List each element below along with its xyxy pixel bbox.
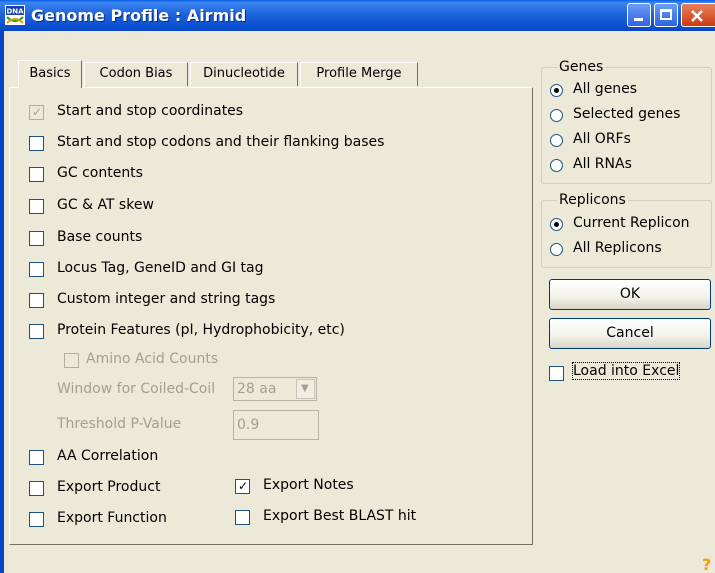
- custom-tags-checkbox[interactable]: [29, 293, 44, 308]
- locus-tag-checkbox[interactable]: [29, 262, 44, 277]
- gc-at-skew-checkbox[interactable]: [29, 199, 44, 214]
- base-counts-label: Base counts: [57, 229, 143, 245]
- selected-genes-label: Selected genes: [573, 106, 681, 122]
- window-coiled-coil-label: Window for Coiled-Coil: [57, 381, 216, 397]
- load-into-excel-label: Load into Excel: [571, 362, 681, 380]
- custom-tags-label: Custom integer and string tags: [57, 291, 276, 307]
- ok-button[interactable]: OK: [549, 279, 711, 310]
- start-stop-codons-label: Start and stop codons and their flanking…: [57, 134, 385, 150]
- start-stop-coordinates-checkbox[interactable]: ✓: [29, 105, 44, 120]
- threshold-pvalue-label: Threshold P-Value: [57, 416, 182, 432]
- amino-acid-counts-label: Amino Acid Counts: [86, 351, 219, 367]
- gc-contents-label: GC contents: [57, 165, 143, 181]
- gc-at-skew-label: GC & AT skew: [57, 197, 154, 213]
- protein-features-checkbox[interactable]: [29, 324, 44, 339]
- maximize-icon: [660, 9, 672, 20]
- close-icon: [691, 10, 703, 22]
- close-button[interactable]: [681, 3, 715, 27]
- tab-codon-bias[interactable]: Codon Bias: [84, 62, 188, 86]
- tab-profile-merge[interactable]: Profile Merge: [300, 62, 418, 86]
- export-function-label: Export Function: [57, 510, 167, 526]
- window-coiled-coil-value: 28 aa: [237, 381, 277, 397]
- export-function-checkbox[interactable]: [29, 512, 44, 527]
- export-product-label: Export Product: [57, 479, 161, 495]
- help-icon[interactable]: ?: [702, 555, 711, 573]
- threshold-pvalue-value: 0.9: [237, 417, 260, 433]
- all-replicons-label: All Replicons: [573, 240, 662, 256]
- checkmark-icon: ✓: [32, 105, 43, 119]
- all-orfs-radio[interactable]: [550, 134, 563, 147]
- window-coiled-coil-select[interactable]: 28 aa ▼: [233, 377, 317, 401]
- tab-dinucleotide[interactable]: Dinucleotide: [190, 62, 298, 86]
- base-counts-checkbox[interactable]: [29, 231, 44, 246]
- window-title: Genome Profile : Airmid: [31, 6, 247, 25]
- radio-selected-dot: [554, 222, 559, 227]
- title-bar[interactable]: DNA Genome Profile : Airmid: [0, 0, 715, 31]
- export-product-checkbox[interactable]: [29, 481, 44, 496]
- maximize-button[interactable]: [654, 3, 678, 27]
- tab-basics[interactable]: Basics: [18, 60, 82, 88]
- start-stop-coordinates-label: Start and stop coordinates: [57, 103, 244, 119]
- load-into-excel-checkbox[interactable]: [549, 366, 564, 381]
- replicons-legend: Replicons: [557, 192, 628, 208]
- svg-text:DNA: DNA: [6, 8, 24, 16]
- minimize-button[interactable]: [627, 3, 651, 27]
- threshold-pvalue-input[interactable]: 0.9: [233, 410, 319, 440]
- checkmark-icon: ✓: [238, 479, 249, 493]
- aa-correlation-checkbox[interactable]: [29, 450, 44, 465]
- all-genes-radio[interactable]: [550, 84, 563, 97]
- all-rnas-label: All RNAs: [573, 156, 632, 172]
- selected-genes-radio[interactable]: [550, 109, 563, 122]
- protein-features-label: Protein Features (pI, Hydrophobicity, et…: [57, 322, 345, 338]
- locus-tag-label: Locus Tag, GeneID and GI tag: [57, 260, 264, 276]
- minimize-icon: [634, 18, 643, 21]
- window-frame-left: [0, 31, 4, 573]
- genes-legend: Genes: [557, 59, 606, 75]
- export-notes-label: Export Notes: [263, 477, 354, 493]
- current-replicon-label: Current Replicon: [573, 215, 690, 231]
- start-stop-codons-checkbox[interactable]: [29, 136, 44, 151]
- replicons-groupbox: Replicons: [541, 192, 712, 268]
- aa-correlation-label: AA Correlation: [57, 448, 159, 464]
- gc-contents-checkbox[interactable]: [29, 167, 44, 182]
- genome-profile-dialog: DNA Genome Profile : Airmid Basics Codon…: [0, 0, 715, 573]
- dna-icon: DNA: [5, 5, 25, 25]
- dropdown-button[interactable]: ▼: [296, 379, 315, 399]
- all-genes-label: All genes: [573, 81, 638, 97]
- current-replicon-radio[interactable]: [550, 218, 563, 231]
- radio-selected-dot: [554, 88, 559, 93]
- cancel-button[interactable]: Cancel: [549, 318, 711, 349]
- export-best-blast-checkbox[interactable]: [235, 510, 250, 525]
- export-notes-checkbox[interactable]: ✓: [235, 479, 250, 494]
- export-best-blast-label: Export Best BLAST hit: [263, 508, 417, 524]
- all-orfs-label: All ORFs: [573, 131, 631, 147]
- all-rnas-radio[interactable]: [550, 159, 563, 172]
- chevron-down-icon: ▼: [301, 383, 309, 394]
- all-replicons-radio[interactable]: [550, 243, 563, 256]
- amino-acid-counts-checkbox[interactable]: [64, 353, 79, 368]
